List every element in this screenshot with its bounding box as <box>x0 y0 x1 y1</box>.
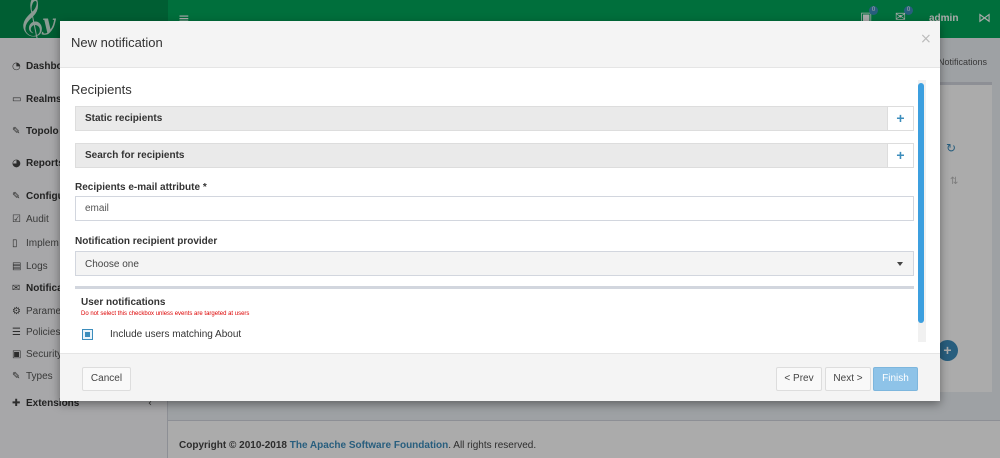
modal-scrollbar[interactable] <box>918 80 926 342</box>
user-notifications-panel: User notifications Do not select this ch… <box>75 286 914 346</box>
include-users-checkbox[interactable] <box>82 329 93 340</box>
email-attribute-input[interactable] <box>75 196 914 221</box>
next-button[interactable]: Next > <box>825 367 871 391</box>
static-recipients-label: Static recipients <box>85 113 163 124</box>
prev-button[interactable]: < Prev <box>776 367 822 391</box>
cancel-button[interactable]: Cancel <box>82 367 131 391</box>
recipient-provider-value: Choose one <box>85 259 139 270</box>
recipient-provider-label: Notification recipient provider <box>75 236 218 247</box>
static-recipients-panel[interactable]: Static recipients + <box>75 106 914 131</box>
email-attribute-label: Recipients e-mail attribute * <box>75 182 207 193</box>
modal-title: New notification <box>71 35 163 50</box>
recipient-provider-select[interactable]: Choose one <box>75 251 914 276</box>
recipients-heading: Recipients <box>71 82 132 97</box>
finish-button[interactable]: Finish <box>873 367 918 391</box>
include-users-label: Include users matching About <box>110 329 242 340</box>
modal-body: Recipients Static recipients + Search fo… <box>60 68 940 353</box>
modal-header: New notification × <box>60 21 940 68</box>
add-search-recipient-button[interactable]: + <box>887 143 914 168</box>
new-notification-modal: New notification × Recipients Static rec… <box>60 21 940 401</box>
search-recipients-label: Search for recipients <box>85 150 185 161</box>
required-marker: * <box>202 182 207 193</box>
modal-footer: Cancel < Prev Next > Finish <box>60 353 940 401</box>
user-notifications-warning: Do not select this checkbox unless event… <box>81 311 250 317</box>
user-notifications-title: User notifications <box>81 297 166 308</box>
search-recipients-panel[interactable]: Search for recipients + <box>75 143 914 168</box>
scrollbar-thumb[interactable] <box>918 83 924 323</box>
caret-down-icon <box>897 262 903 266</box>
close-icon[interactable]: × <box>920 31 932 47</box>
add-static-recipient-button[interactable]: + <box>887 106 914 131</box>
